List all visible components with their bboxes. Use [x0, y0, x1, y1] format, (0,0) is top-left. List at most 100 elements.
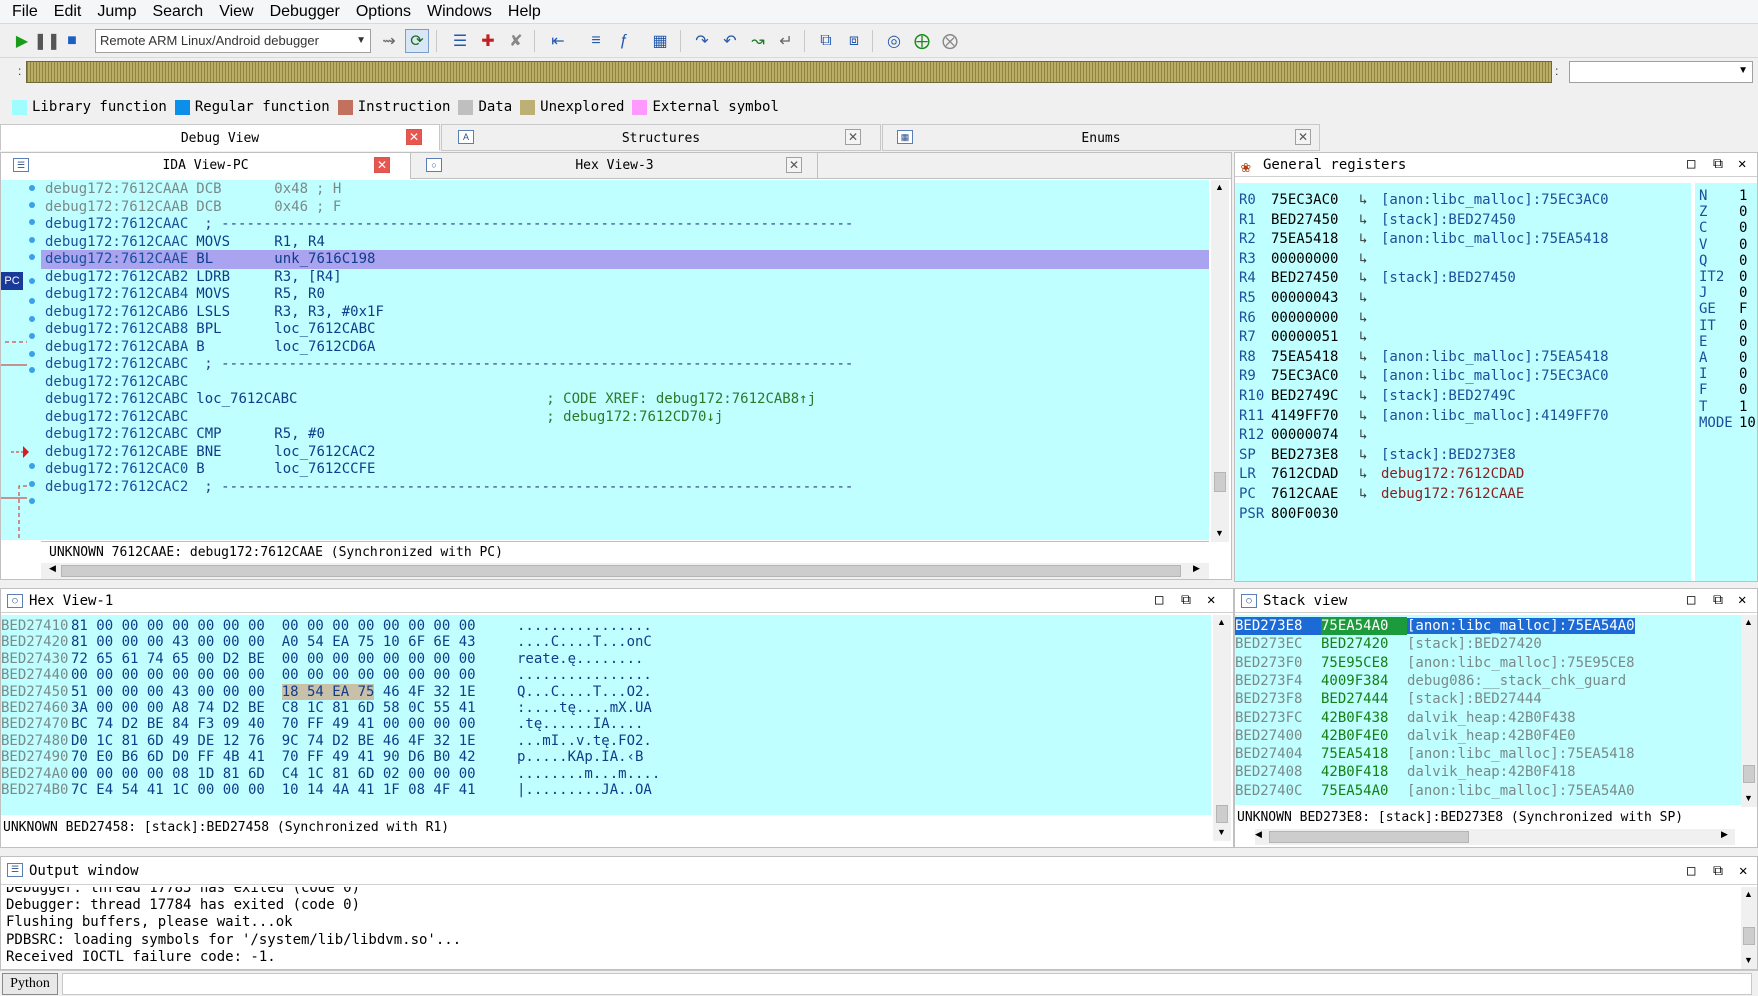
attach-icon[interactable]: ⇝: [377, 29, 401, 53]
step-list-icon[interactable]: ☰: [448, 29, 472, 53]
function-trace-icon[interactable]: ƒ: [612, 29, 636, 53]
tab-enums[interactable]: ▦ Enums ✕: [882, 124, 1320, 151]
register-row[interactable]: R4 BED27450 ↳ [stack]:BED27450: [1239, 267, 1516, 289]
tab-ida-view-pc[interactable]: ☰ IDA View-PC ✕: [1, 153, 411, 179]
close-icon[interactable]: ✕: [374, 157, 390, 173]
stack-row[interactable]: BED27408 42B0F418 dalvik_heap:42B0F418: [1235, 763, 1741, 781]
disasm-line[interactable]: debug172:7612CAB8 BPL loc_7612CABC: [45, 320, 383, 339]
jump-arrow-icon[interactable]: ↳: [1359, 228, 1381, 250]
register-row[interactable]: PC 7612CAAE ↳ debug172:7612CAAE: [1239, 483, 1524, 505]
hex-row[interactable]: BED274B0 7C E4 54 41 1C 00 00 00 10 14 4A…: [1, 781, 652, 799]
scroll-thumb[interactable]: [1214, 472, 1226, 492]
register-value[interactable]: BED2749C: [1271, 385, 1359, 407]
register-row[interactable]: R9 75EC3AC0 ↳ [anon:libc_malloc]:75EC3AC0: [1239, 365, 1609, 387]
register-value[interactable]: 800F0030: [1271, 503, 1359, 525]
tracing-window-icon[interactable]: ▦: [648, 29, 672, 53]
register-value[interactable]: BED27450: [1271, 267, 1359, 289]
register-value[interactable]: 00000074: [1271, 424, 1359, 446]
jump-arrow-icon[interactable]: ↳: [1359, 365, 1381, 387]
restore-icon[interactable]: ⧉: [1713, 864, 1723, 878]
tab-hex-view-3[interactable]: ○ Hex View-3 ✕: [412, 153, 818, 179]
menu-item-options[interactable]: Options: [348, 1, 419, 23]
disasm-line[interactable]: debug172:7612CAAE BL unk_7616C198: [41, 250, 1209, 269]
flag-row[interactable]: MODE 10: [1699, 414, 1756, 432]
output-log[interactable]: Debugger: thread 17783 has exited (code …: [1, 887, 1741, 969]
hex-row[interactable]: BED27470 BC 74 D2 BE 84 F3 09 40 70 FF 49…: [1, 715, 643, 733]
close-icon[interactable]: ✕: [406, 129, 422, 145]
register-value[interactable]: 00000051: [1271, 326, 1359, 348]
watch-icon[interactable]: ◎: [882, 29, 906, 53]
register-value[interactable]: 75EC3AC0: [1271, 365, 1359, 387]
flag-row[interactable]: C0: [1699, 219, 1755, 237]
python-button[interactable]: Python: [2, 973, 58, 995]
menu-item-debugger[interactable]: Debugger: [262, 1, 348, 23]
register-row[interactable]: R7 00000051 ↳: [1239, 326, 1381, 348]
stack-row[interactable]: BED273EC BED27420 [stack]:BED27420: [1235, 635, 1741, 653]
run-to-cursor-icon[interactable]: ↝: [746, 29, 770, 53]
register-value[interactable]: 75EA5418: [1271, 228, 1359, 250]
trace-icon[interactable]: ⇤: [546, 29, 570, 53]
menu-item-edit[interactable]: Edit: [46, 1, 90, 23]
scroll-right-icon[interactable]: ▶: [1193, 563, 1200, 574]
disassembly-listing[interactable]: debug172:7612CAAA DCB 0x48; Hdebug172:7612…: [41, 180, 1209, 540]
scroll-up-icon[interactable]: ▲: [1215, 182, 1224, 192]
stack-row[interactable]: BED273E8 75EA54A0 [anon:libc_malloc]:75EA5…: [1235, 617, 1741, 635]
menu-item-file[interactable]: File: [4, 1, 46, 23]
hex-row[interactable]: BED27420 81 00 00 00 43 00 00 00 A0 54 EA…: [1, 633, 652, 651]
stack-row[interactable]: BED273F8 BED27444 [stack]:BED27444: [1235, 690, 1741, 708]
instructions-trace-icon[interactable]: ≡: [584, 29, 608, 53]
register-list[interactable]: R0 75EC3AC0 ↳ [anon:libc_malloc]:75EC3AC0 R1…: [1235, 183, 1691, 581]
jump-arrow-icon[interactable]: ↳: [1359, 483, 1381, 505]
close-icon[interactable]: ✕: [1207, 593, 1215, 607]
register-row[interactable]: R12 00000074 ↳: [1239, 424, 1381, 446]
register-row[interactable]: R5 00000043 ↳: [1239, 287, 1381, 309]
restore-icon[interactable]: ⧉: [1181, 593, 1191, 607]
refresh-memory-icon[interactable]: ⟳: [405, 29, 429, 53]
step-until-return-icon[interactable]: ↵: [774, 29, 798, 53]
stack-vertical-scrollbar[interactable]: ▲ ▼: [1741, 615, 1757, 807]
stack-row[interactable]: BED273FC 42B0F438 dalvik_heap:42B0F438: [1235, 709, 1741, 727]
menu-item-windows[interactable]: Windows: [419, 1, 500, 23]
scroll-thumb[interactable]: [1743, 765, 1755, 783]
stack-horizontal-scrollbar[interactable]: ◀ ▶: [1255, 829, 1735, 845]
stack-row[interactable]: BED27404 75EA5418 [anon:libc_malloc]:75EA5…: [1235, 745, 1741, 763]
register-row[interactable]: LR 7612CDAD ↳ debug172:7612CDAD: [1239, 463, 1524, 485]
close-icon[interactable]: ✕: [1738, 593, 1746, 607]
hex-dump[interactable]: BED27410 81 00 00 00 00 00 00 00 00 00 00…: [1, 615, 1211, 815]
pause-icon[interactable]: ❚❚: [34, 29, 61, 53]
register-row[interactable]: R0 75EC3AC0 ↳ [anon:libc_malloc]:75EC3AC0: [1239, 189, 1609, 211]
close-icon[interactable]: ✕: [786, 157, 802, 173]
register-value[interactable]: 75EC3AC0: [1271, 189, 1359, 211]
scroll-down-icon[interactable]: ▼: [1215, 528, 1224, 538]
hex-vertical-scrollbar[interactable]: ▲ ▼: [1213, 615, 1231, 841]
jump-arrow-icon[interactable]: ↳: [1359, 189, 1381, 211]
add-watch-icon[interactable]: ⨁: [910, 29, 934, 53]
navigator-combo[interactable]: ▼: [1569, 61, 1753, 83]
scroll-left-icon[interactable]: ◀: [49, 563, 56, 574]
delete-watch-icon[interactable]: ⨂: [938, 29, 962, 53]
command-input[interactable]: [62, 973, 1752, 995]
scroll-down-icon[interactable]: ▼: [1217, 827, 1226, 837]
jump-arrow-icon[interactable]: ↳: [1359, 267, 1381, 289]
scroll-thumb[interactable]: [1216, 805, 1228, 823]
register-row[interactable]: R10 BED2749C ↳ [stack]:BED2749C: [1239, 385, 1516, 407]
jump-arrow-icon[interactable]: ↳: [1359, 326, 1381, 348]
step-over-icon[interactable]: ↶: [718, 29, 742, 53]
stack-row[interactable]: BED2740C 75EA54A0 [anon:libc_malloc]:75EA5…: [1235, 782, 1741, 800]
close-icon[interactable]: ✕: [1738, 157, 1746, 171]
jump-arrow-icon[interactable]: ↳: [1359, 463, 1381, 485]
register-value[interactable]: 7612CDAD: [1271, 463, 1359, 485]
hex-row[interactable]: BED27440 00 00 00 00 00 00 00 00 00 00 00…: [1, 666, 652, 684]
stop-icon[interactable]: ■: [60, 29, 84, 53]
disasm-line[interactable]: debug172:7612CAC0 Bloc_7612CCFE: [45, 460, 383, 479]
output-vertical-scrollbar[interactable]: ▲ ▼: [1741, 887, 1757, 969]
maximize-icon[interactable]: □: [1687, 157, 1695, 171]
maximize-icon[interactable]: □: [1687, 864, 1695, 878]
register-value[interactable]: 7612CAAE: [1271, 483, 1359, 505]
disasm-line[interactable]: debug172:7612CABC ; ---------------------…: [45, 355, 853, 374]
disasm-vertical-scrollbar[interactable]: ▲ ▼: [1211, 180, 1229, 542]
stack-row[interactable]: BED273F0 75E95CE8 [anon:libc_malloc]:75E95…: [1235, 654, 1741, 672]
jump-arrow-icon[interactable]: ↳: [1359, 287, 1381, 309]
register-row[interactable]: R2 75EA5418 ↳ [anon:libc_malloc]:75EA5418: [1239, 228, 1609, 250]
debugger-select[interactable]: Remote ARM Linux/Android debugger ▼: [95, 29, 371, 53]
